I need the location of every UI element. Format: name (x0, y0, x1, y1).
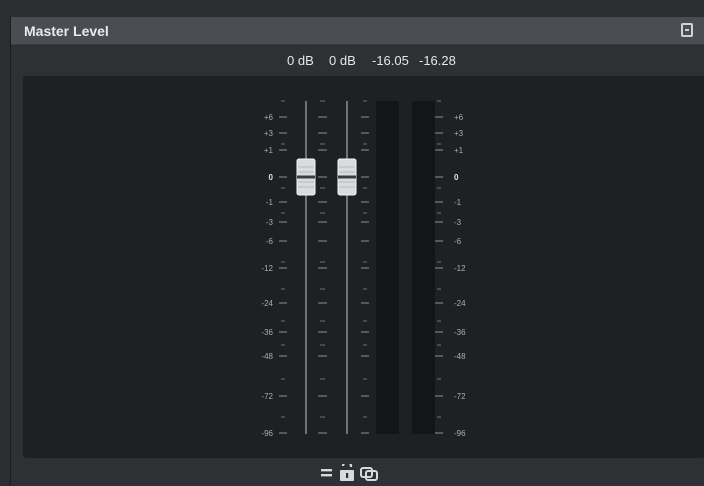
window-title: Master Level (24, 23, 109, 39)
meter-panel (23, 76, 704, 458)
title-bar: Master Level (11, 17, 704, 45)
left-fader-readout[interactable]: 0 dB (287, 53, 314, 68)
collapse-icon[interactable] (681, 23, 693, 37)
right-peak-readout[interactable]: -16.28 (419, 53, 456, 68)
left-peak-readout[interactable]: -16.05 (372, 53, 409, 68)
reset-faders-icon[interactable] (317, 464, 337, 482)
right-fader-readout[interactable]: 0 dB (329, 53, 356, 68)
link-channels-icon[interactable] (359, 464, 379, 482)
master-level-window: Master Level 0 dB 0 dB -16.05 -16.28 +6 +… (10, 17, 704, 486)
unlock-icon[interactable] (338, 464, 358, 482)
